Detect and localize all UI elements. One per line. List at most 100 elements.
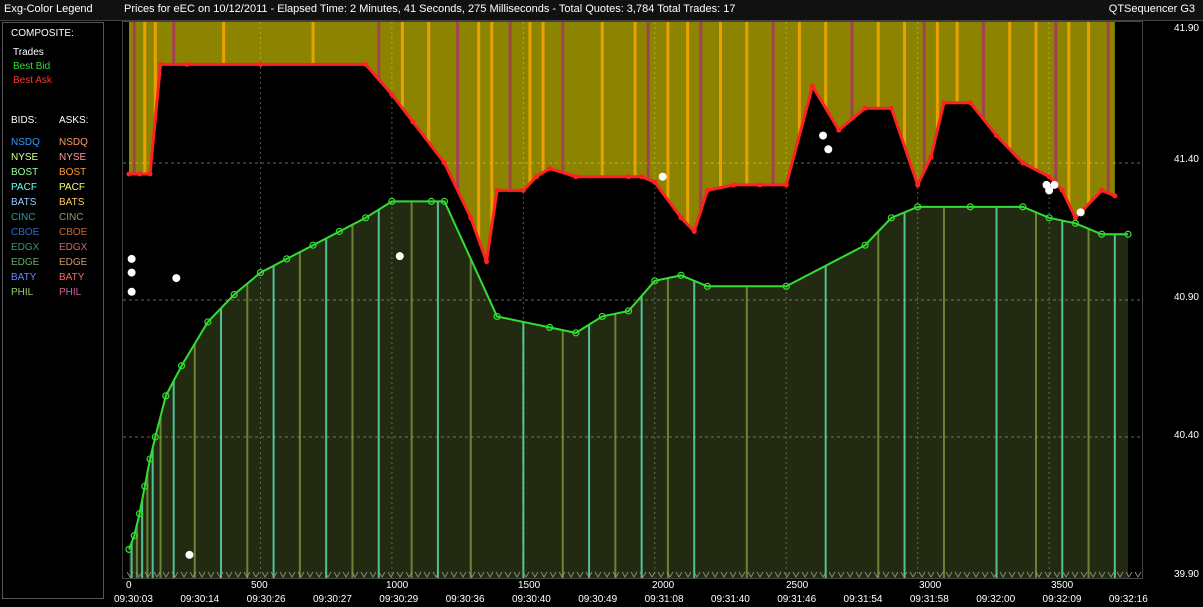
best-ask-point — [410, 119, 416, 125]
time-tick-label: 09:30:27 — [312, 594, 352, 605]
y-tick-label: 39.90 — [1173, 569, 1199, 580]
x-tick-label: 500 — [251, 580, 268, 591]
legend-ask-nsdq: NSDQ — [59, 137, 88, 148]
trade-point — [1076, 208, 1085, 217]
best-ask-point — [363, 61, 369, 67]
time-tick-label: 09:31:58 — [909, 594, 949, 605]
best-ask-point — [626, 174, 631, 180]
composite-label: COMPOSITE: — [11, 28, 74, 39]
best-ask-point — [639, 174, 645, 180]
x-tick-label: 2000 — [652, 580, 675, 591]
best-ask-point — [441, 160, 447, 166]
best-ask-point — [484, 259, 490, 265]
time-tick-label: 09:32:09 — [1042, 594, 1082, 605]
legend-bid-phil: PHIL — [11, 287, 34, 298]
time-tick-label: 09:31:46 — [777, 594, 817, 605]
best-ask-point — [137, 171, 143, 177]
best-ask-point — [1059, 187, 1065, 193]
best-ask-point — [1099, 187, 1105, 193]
best-ask-point — [928, 155, 934, 161]
best-ask-point — [1072, 215, 1078, 221]
trade-point — [824, 145, 833, 154]
x-tick-label: 1000 — [386, 580, 409, 591]
legend-ask-edgx: EDGX — [59, 242, 88, 253]
best-ask-point — [678, 215, 684, 221]
legend-best-ask: Best Ask — [13, 75, 52, 86]
best-ask-point — [389, 92, 395, 97]
trade-point — [127, 268, 136, 277]
best-ask-point — [652, 179, 658, 185]
best-ask-point — [1020, 160, 1026, 166]
best-ask-point — [547, 165, 553, 171]
time-tick-label: 09:32:00 — [976, 594, 1016, 605]
chart-title: Prices for eEC on 10/12/2011 - Elapsed T… — [124, 3, 736, 15]
legend-bid-bats: BATS — [11, 197, 37, 208]
y-tick-label: 41.40 — [1173, 154, 1199, 165]
time-tick-label: 09:30:49 — [578, 594, 618, 605]
best-ask-point — [941, 100, 947, 106]
trade-point — [127, 287, 136, 296]
time-tick-label: 09:30:29 — [379, 594, 419, 605]
best-ask-point — [783, 182, 789, 188]
x-tick-label: 3000 — [919, 580, 942, 591]
best-ask-point — [731, 182, 737, 188]
legend-ask-pacf: PACF — [59, 182, 85, 193]
trade-point — [395, 252, 404, 261]
x-tick-label: 0 — [126, 580, 132, 591]
legend-ask-baty: BATY — [59, 272, 85, 283]
trade-point — [185, 550, 194, 559]
bids-label: BIDS: — [11, 115, 38, 126]
time-tick-label: 09:31:08 — [644, 594, 684, 605]
time-tick-label: 09:30:40 — [511, 594, 551, 605]
best-ask-point — [757, 182, 763, 188]
x-tick-label: 3500 — [1051, 580, 1074, 591]
best-ask-point — [862, 105, 868, 111]
legend-bid-cinc: CINC — [11, 212, 36, 223]
best-ask-point — [836, 127, 842, 133]
trade-tick-marker — [1134, 571, 1142, 578]
trade-point — [127, 254, 136, 263]
legend-trades: Trades — [13, 47, 44, 58]
trade-point — [172, 274, 181, 283]
best-ask-point — [1046, 174, 1052, 180]
legend-ask-edge: EDGE — [59, 257, 88, 268]
price-chart-svg — [123, 22, 1142, 578]
time-tick-label: 09:30:03 — [114, 594, 153, 605]
time-tick-label: 09:30:26 — [246, 594, 286, 605]
best-ask-point — [1112, 193, 1118, 199]
legend-ask-bats: BATS — [59, 197, 85, 208]
best-ask-point — [704, 187, 710, 193]
best-ask-point — [494, 187, 500, 193]
bid-quote-fill — [129, 201, 1128, 578]
title-bar: Exg-Color Legend Prices for eEC on 10/12… — [0, 0, 1203, 21]
legend-best-bid: Best Bid — [13, 61, 51, 72]
best-ask-point — [147, 171, 153, 177]
best-ask-point — [468, 215, 474, 221]
price-chart — [122, 21, 1143, 579]
time-tick-label: 09:31:40 — [710, 594, 750, 605]
legend-bid-cboe: CBOE — [11, 227, 40, 238]
best-ask-point — [533, 174, 539, 180]
time-tick-label: 09:31:54 — [843, 594, 883, 605]
best-ask-point — [967, 100, 973, 106]
legend-bid-nyse: NYSE — [11, 152, 39, 163]
legend-ask-cinc: CINC — [59, 212, 84, 223]
asks-label: ASKS: — [59, 115, 89, 126]
legend-title: Exg-Color Legend — [4, 3, 93, 15]
legend-bid-edge: EDGE — [11, 257, 40, 268]
best-ask-point — [915, 182, 921, 188]
y-tick-label: 40.40 — [1173, 430, 1199, 441]
best-ask-point — [158, 61, 164, 67]
best-ask-point — [520, 187, 526, 193]
legend-ask-nyse: NYSE — [59, 152, 87, 163]
exchange-color-legend: COMPOSITE: Trades Best Bid Best Ask BIDS… — [2, 22, 104, 599]
best-ask-point — [691, 229, 697, 234]
legend-bid-pacf: PACF — [11, 182, 37, 193]
trade-point — [658, 172, 667, 181]
trade-point — [1050, 180, 1059, 189]
legend-ask-phil: PHIL — [59, 287, 82, 298]
best-ask-point — [888, 105, 894, 111]
legend-bid-bost: BOST — [11, 167, 39, 178]
time-tick-label: 09:32:16 — [1108, 594, 1148, 605]
legend-ask-bost: BOST — [59, 167, 87, 178]
